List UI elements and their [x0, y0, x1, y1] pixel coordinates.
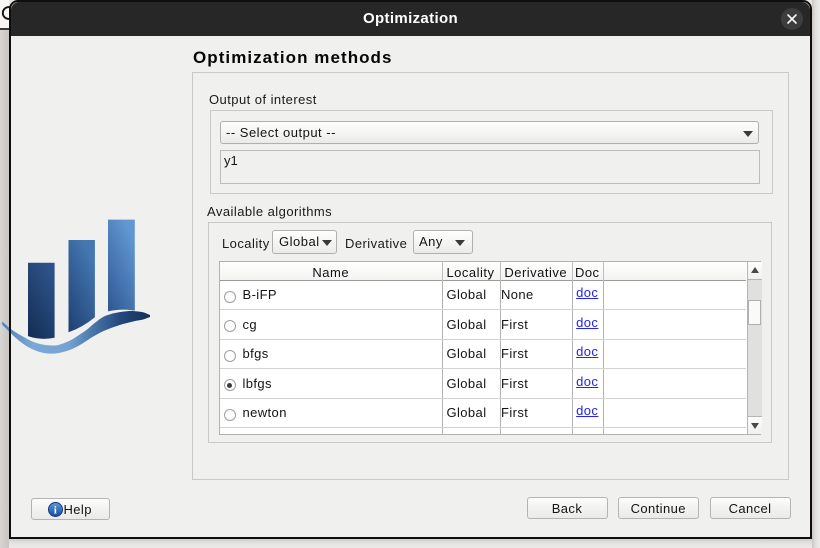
svg-text:i: i — [53, 505, 56, 517]
